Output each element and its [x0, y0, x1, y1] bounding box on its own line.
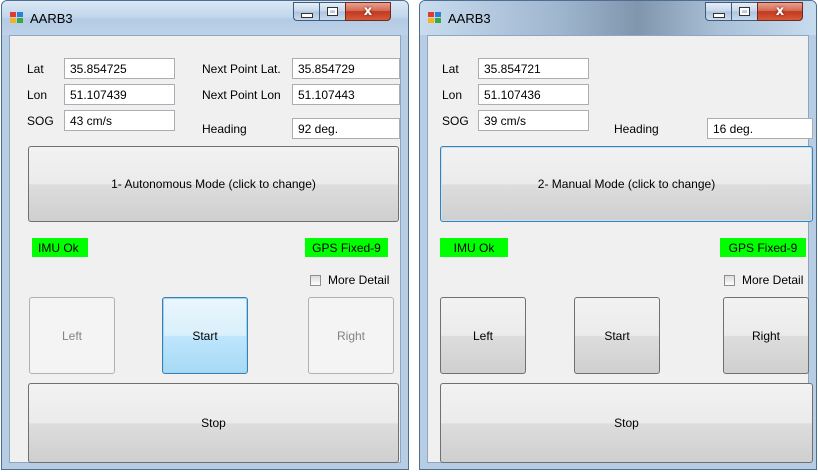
- sog-field[interactable]: 43 cm/s: [64, 110, 175, 131]
- minimize-button[interactable]: [293, 2, 319, 21]
- more-detail-checkbox[interactable]: More Detail: [310, 273, 389, 287]
- minimize-icon: [300, 13, 313, 18]
- stop-button[interactable]: Stop: [440, 383, 813, 463]
- maximize-button[interactable]: [319, 2, 345, 21]
- heading-field[interactable]: 16 deg.: [707, 118, 813, 139]
- more-detail-checkbox[interactable]: More Detail: [724, 273, 803, 287]
- mode-toggle-button[interactable]: 1- Autonomous Mode (click to change): [28, 146, 399, 222]
- gps-status-badge: GPS Fixed-9: [720, 238, 806, 257]
- heading-label: Heading: [614, 122, 659, 136]
- next-lat-label: Next Point Lat.: [202, 62, 281, 76]
- sog-label: SOG: [442, 114, 469, 128]
- heading-label: Heading: [202, 122, 247, 136]
- lat-label: Lat: [442, 62, 459, 76]
- maximize-button[interactable]: [731, 2, 757, 21]
- form-client-area: Lat 35.854721 Lon 51.107436 SOG 39 cm/s …: [427, 35, 813, 463]
- lat-field[interactable]: 35.854721: [478, 58, 589, 79]
- minimize-icon: [712, 13, 725, 18]
- lat-field[interactable]: 35.854725: [64, 58, 175, 79]
- app-icon: [428, 12, 442, 24]
- right-button[interactable]: Right: [308, 297, 394, 374]
- more-detail-label: More Detail: [742, 273, 804, 287]
- checkbox-box[interactable]: [724, 274, 735, 286]
- maximize-icon: [327, 7, 338, 16]
- left-button[interactable]: Left: [440, 297, 526, 374]
- lon-label: Lon: [442, 88, 463, 102]
- left-button[interactable]: Left: [29, 297, 115, 374]
- window-manual: AARB3 x Lat 35.854721 Lon 51.107436 SOG …: [419, 0, 817, 470]
- start-button[interactable]: Start: [162, 297, 248, 374]
- more-detail-label: More Detail: [328, 273, 390, 287]
- lon-label: Lon: [27, 88, 48, 102]
- title-bar[interactable]: AARB3 x: [2, 1, 408, 35]
- close-button[interactable]: x: [345, 2, 391, 21]
- form-client-area: Lat 35.854725 Lon 51.107439 SOG 43 cm/s …: [9, 35, 401, 463]
- gps-status-badge: GPS Fixed-9: [305, 238, 388, 257]
- close-icon: x: [775, 4, 785, 19]
- minimize-button[interactable]: [705, 2, 731, 21]
- window-autonomous: AARB3 x Lat 35.854725 Lon 51.107439 SOG …: [1, 0, 409, 470]
- stop-button[interactable]: Stop: [28, 383, 399, 463]
- close-button[interactable]: x: [757, 2, 803, 21]
- window-title: AARB3: [30, 11, 73, 26]
- mode-toggle-button[interactable]: 2- Manual Mode (click to change): [440, 146, 813, 222]
- right-button[interactable]: Right: [723, 297, 809, 374]
- next-lon-field[interactable]: 51.107443: [292, 84, 400, 105]
- checkbox-box[interactable]: [310, 274, 321, 286]
- app-icon: [10, 12, 24, 24]
- sog-field[interactable]: 39 cm/s: [478, 110, 589, 131]
- sog-label: SOG: [27, 114, 54, 128]
- start-button[interactable]: Start: [574, 297, 660, 374]
- next-lat-field[interactable]: 35.854729: [292, 58, 400, 79]
- title-bar[interactable]: AARB3 x: [420, 1, 816, 35]
- close-icon: x: [363, 4, 373, 19]
- lat-label: Lat: [27, 62, 44, 76]
- maximize-icon: [739, 7, 750, 16]
- heading-field[interactable]: 92 deg.: [292, 118, 400, 139]
- imu-status-badge: IMU Ok: [440, 238, 508, 257]
- window-title: AARB3: [448, 11, 491, 26]
- lon-field[interactable]: 51.107436: [478, 84, 589, 105]
- imu-status-badge: IMU Ok: [32, 238, 88, 257]
- next-lon-label: Next Point Lon: [202, 88, 281, 102]
- lon-field[interactable]: 51.107439: [64, 84, 175, 105]
